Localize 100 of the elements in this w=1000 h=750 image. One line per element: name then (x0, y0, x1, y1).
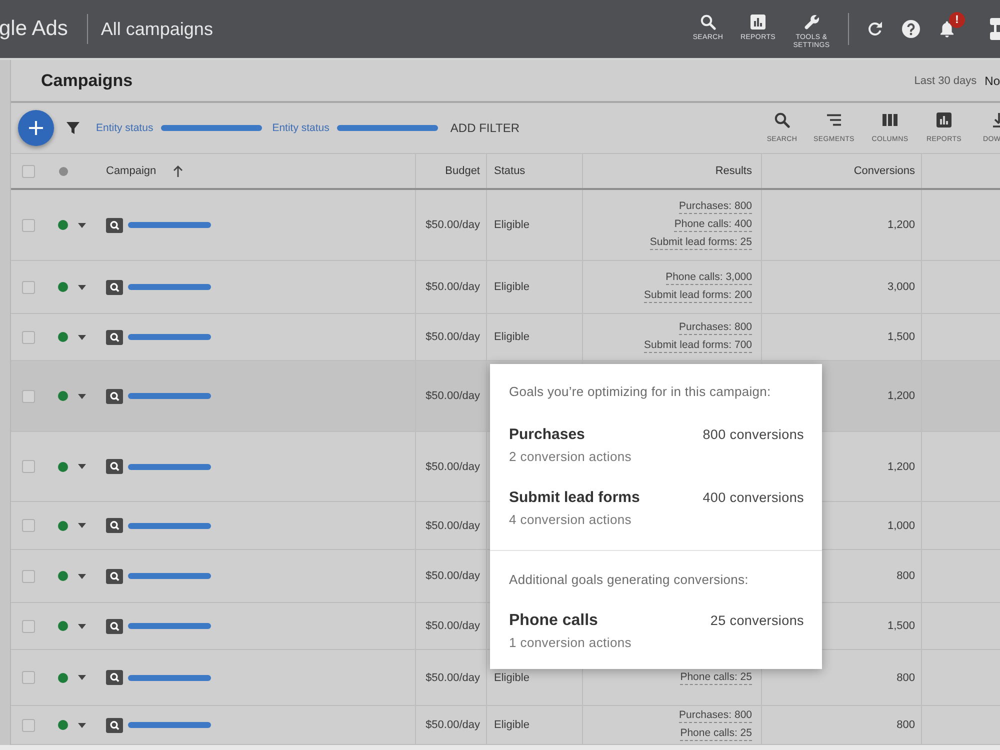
budget-text: $50.00/day (426, 672, 480, 684)
search-icon (774, 112, 790, 128)
redacted-name-bar[interactable] (128, 674, 211, 680)
budget-text: $50.00/day (426, 520, 480, 532)
conversions-value: 1,200 (887, 390, 915, 402)
add-filter-button[interactable]: ADD FILTER (450, 121, 520, 135)
status-text: Eligible (494, 281, 530, 293)
goal-actions-count: 4 conversion actions (509, 512, 632, 528)
row-checkbox[interactable] (22, 570, 35, 582)
row-checkbox[interactable] (22, 330, 35, 344)
goal-actions-count: 2 conversion actions (509, 449, 632, 465)
conversions-value: 1,500 (887, 620, 915, 632)
partial-icon[interactable] (988, 18, 1000, 40)
status-text: Eligible (494, 672, 530, 684)
column-header[interactable]: Budget (445, 165, 480, 177)
filter-label[interactable]: Entity status (272, 122, 330, 134)
caret-icon[interactable] (78, 722, 86, 728)
filter-label[interactable]: Entity status (96, 122, 154, 134)
goal-conversions: 800 conversions (702, 426, 804, 444)
goal-conversions: 400 conversions (702, 489, 804, 507)
search-icon (106, 218, 123, 232)
search-icon (106, 670, 123, 685)
conversions-value: 800 (896, 719, 915, 731)
help-icon[interactable] (902, 20, 920, 38)
caret-icon[interactable] (78, 523, 86, 528)
result-metric[interactable]: Submit lead forms: 25 (650, 236, 752, 250)
result-metric[interactable]: Phone calls: 3,000 (666, 271, 752, 285)
row-checkbox[interactable] (22, 620, 35, 632)
budget-text: $50.00/day (426, 460, 480, 472)
column-header[interactable]: Results (715, 165, 752, 177)
caret-icon[interactable] (78, 394, 86, 398)
result-metric[interactable]: Phone calls: 25 (680, 670, 752, 684)
caret-icon[interactable] (78, 222, 86, 228)
conversions-value: 3,000 (887, 281, 915, 293)
result-metric[interactable]: Submit lead forms: 200 (644, 289, 752, 303)
goal-name: Submit lead forms (509, 488, 640, 508)
search-icon (106, 618, 123, 634)
arrow-up-icon[interactable] (173, 165, 184, 177)
add-button[interactable] (18, 110, 54, 146)
goal-conversions: 25 conversions (710, 612, 804, 630)
row-checkbox[interactable] (22, 218, 35, 232)
section-title: Campaigns (41, 70, 134, 90)
row-checkbox[interactable] (22, 460, 35, 473)
row-checkbox[interactable] (22, 519, 35, 532)
caret-icon[interactable] (78, 574, 86, 578)
column-header[interactable]: Status (494, 165, 526, 177)
budget-text: $50.00/day (426, 281, 480, 293)
budget-text: $50.00/day (426, 719, 480, 731)
row-checkbox[interactable] (22, 390, 35, 402)
status-text: Eligible (494, 219, 530, 231)
page-title: All campaigns (100, 18, 213, 40)
search-icon (106, 459, 123, 474)
row-checkbox[interactable] (22, 671, 35, 684)
search-icon (106, 330, 123, 344)
date-range-button[interactable]: No (984, 74, 1000, 88)
result-metric[interactable]: Phone calls: 25 (680, 727, 752, 741)
caret-icon[interactable] (78, 464, 86, 469)
popup-heading: Additional goals generating conversions: (509, 572, 748, 587)
bar-chart-icon (750, 14, 766, 30)
result-metric[interactable]: Purchases: 800 (679, 321, 752, 335)
bar-chart-icon (936, 112, 952, 128)
search-icon (106, 718, 123, 732)
goal-actions-count: 1 conversion actions (509, 635, 632, 651)
conversions-value: 1,200 (887, 219, 915, 231)
conversions-value: 1,200 (887, 460, 915, 472)
search-icon (106, 388, 123, 404)
product-name: gle Ads (0, 17, 68, 41)
filter-icon[interactable] (66, 121, 80, 135)
goal-name: Phone calls (509, 611, 598, 631)
budget-text: $50.00/day (426, 390, 480, 402)
download-icon (992, 112, 1000, 128)
popup-heading: Goals you’re optimizing for in this campaign: (509, 384, 771, 399)
search-icon (700, 14, 716, 30)
search-icon (106, 568, 123, 584)
select-all-checkbox[interactable] (22, 164, 35, 178)
goal-name: Purchases (509, 425, 585, 445)
budget-text: $50.00/day (426, 331, 480, 343)
redacted-name-bar[interactable] (128, 522, 211, 528)
conversions-value: 800 (896, 570, 915, 582)
caret-icon[interactable] (78, 334, 86, 340)
result-metric[interactable]: Phone calls: 400 (674, 218, 752, 232)
caret-icon[interactable] (78, 624, 86, 628)
column-header[interactable]: Campaign (106, 165, 156, 177)
lines-icon (826, 114, 842, 126)
row-checkbox[interactable] (22, 718, 35, 732)
result-metric[interactable]: Purchases: 800 (679, 709, 752, 723)
redacted-name-bar[interactable] (128, 464, 211, 470)
search-icon (106, 518, 123, 533)
status-text: Eligible (494, 331, 530, 343)
caret-icon[interactable] (78, 284, 86, 290)
caret-icon[interactable] (78, 675, 86, 680)
date-range-label: Last 30 days (914, 74, 977, 86)
notifications-icon[interactable] (939, 20, 955, 38)
refresh-icon[interactable] (867, 21, 883, 37)
column-header[interactable]: Conversions (854, 165, 915, 177)
notification-badge: ! (949, 12, 965, 28)
row-checkbox[interactable] (22, 280, 35, 294)
plus-icon (29, 121, 43, 135)
result-metric[interactable]: Submit lead forms: 700 (644, 339, 752, 353)
result-metric[interactable]: Purchases: 800 (679, 200, 752, 214)
